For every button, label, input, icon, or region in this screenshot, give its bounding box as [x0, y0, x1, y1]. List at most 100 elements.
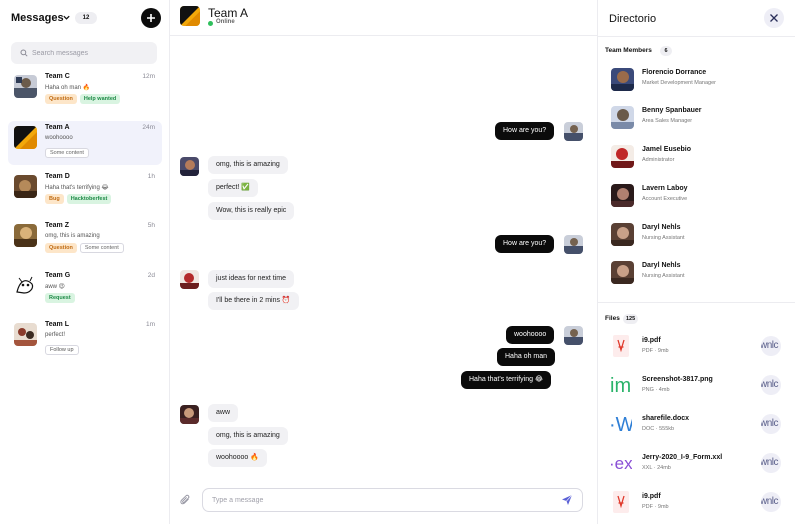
file-name: sharefile.docx — [642, 415, 690, 422]
messages-title[interactable]: Messages — [11, 12, 64, 24]
send-icon[interactable] — [561, 494, 573, 506]
search-box[interactable] — [11, 42, 157, 64]
member-item[interactable]: Lavern Laboy Account Executive — [611, 182, 786, 210]
message-bubble-incoming: woohoooo 🔥 — [208, 449, 267, 467]
team-members-label: Team Members — [605, 47, 652, 54]
file-name: Jerry-2020_I-9_Form.xxl — [642, 454, 723, 461]
member-role: Nursing Assistant — [642, 273, 685, 279]
tag-badge: Follow up — [45, 345, 79, 355]
close-icon — [770, 14, 778, 22]
avatar — [14, 126, 37, 149]
file-item[interactable]: i9.pdf PDF · 9mb wnlc — [610, 334, 786, 362]
conversations-panel: Messages 12 Team C 12m Haha oh man 🔥 Que… — [0, 0, 170, 524]
message-bubble-outgoing: How are you? — [495, 122, 555, 140]
online-status-dot — [208, 21, 213, 26]
conversation-name: Team D — [45, 173, 70, 180]
file-item[interactable]: ·ex Jerry-2020_I-9_Form.xxl XXL · 24mb w… — [610, 451, 786, 479]
chat-status: Online — [216, 19, 235, 25]
member-role: Market Development Manager — [642, 80, 716, 86]
member-name: Benny Spanbauer — [642, 107, 702, 114]
member-item[interactable]: Jamel Eusebio Administrator — [611, 143, 786, 171]
chat-header: Team A Online — [170, 0, 597, 36]
member-item[interactable]: Florencio Dorrance Market Development Ma… — [611, 66, 786, 94]
conversation-preview: Haha oh man 🔥 — [45, 85, 91, 91]
conversation-name: Team G — [45, 272, 71, 279]
conversation-item[interactable]: Team G 2d aww 😍 Request — [8, 269, 162, 313]
conversation-time: 1m — [145, 321, 155, 328]
message-bubble-incoming: Wow, this is really epic — [208, 202, 295, 220]
download-button[interactable]: wnlc — [761, 375, 781, 395]
conversation-preview: omg, this is amazing — [45, 233, 100, 239]
search-icon — [20, 49, 28, 57]
chat-title: Team A — [208, 6, 249, 20]
avatar — [14, 75, 37, 98]
file-meta: DOC · 555kb — [642, 426, 675, 432]
member-item[interactable]: Daryl Nehls Nursing Assistant — [611, 259, 786, 287]
download-button[interactable]: wnlc — [761, 492, 781, 512]
member-name: Jamel Eusebio — [642, 146, 692, 153]
avatar — [180, 6, 200, 26]
download-button[interactable]: wnlc — [761, 453, 781, 473]
download-icon: wnlc — [761, 418, 779, 429]
close-button[interactable] — [764, 8, 784, 28]
member-name: Daryl Nehls — [642, 224, 681, 231]
paperclip-icon[interactable] — [180, 494, 191, 506]
avatar — [611, 68, 634, 91]
file-item[interactable]: i9.pdf PDF · 9mb wnlc — [610, 490, 786, 518]
files-count: 125 — [623, 314, 639, 324]
member-name: Lavern Laboy — [642, 185, 688, 192]
files-label: Files — [605, 315, 620, 322]
conversation-item[interactable]: Team L 1m perfect! Follow up — [8, 318, 162, 362]
member-item[interactable]: Benny Spanbauer Area Sales Manager — [611, 104, 786, 132]
conversation-time: 2d — [147, 272, 155, 279]
member-role: Area Sales Manager — [642, 118, 693, 124]
conversation-preview: perfect! — [45, 332, 66, 338]
message-input[interactable] — [212, 489, 542, 511]
file-name: i9.pdf — [642, 493, 661, 500]
conversation-time: 12m — [142, 73, 155, 80]
chevron-down-icon[interactable] — [62, 13, 71, 22]
conversation-name: Team L — [45, 321, 69, 328]
file-item[interactable]: im Screenshot-3817.png PNG · 4mb wnlc — [610, 373, 786, 401]
divider — [598, 302, 795, 303]
conversation-item[interactable]: Team C 12m Haha oh man 🔥 Question Help w… — [8, 70, 162, 114]
message-bubble-outgoing: How are you? — [495, 235, 555, 253]
avatar — [611, 184, 634, 207]
member-role: Nursing Assistant — [642, 235, 685, 241]
conversation-time: 24m — [142, 124, 155, 131]
member-item[interactable]: Daryl Nehls Nursing Assistant — [611, 221, 786, 249]
plus-icon — [147, 14, 155, 22]
image-file-icon: im — [610, 375, 631, 397]
file-meta: PDF · 9mb — [642, 504, 669, 510]
avatar — [564, 326, 583, 345]
download-icon: wnlc — [761, 340, 779, 351]
message-bubble-outgoing: Haha that's terrifying 😂 — [461, 371, 552, 389]
tag-badge: Help wanted — [79, 94, 121, 104]
tag-badge: Bug — [45, 194, 64, 204]
search-input[interactable] — [32, 42, 150, 64]
conversation-name: Team C — [45, 73, 70, 80]
conversation-item[interactable]: Team D 1h Haha that's terrifying 😂 Bug H… — [8, 170, 162, 214]
file-item[interactable]: ·W sharefile.docx DOC · 555kb wnlc — [610, 412, 786, 440]
conversation-preview: aww 😍 — [45, 284, 65, 290]
message-bubble-incoming: omg, this is amazing — [208, 427, 288, 445]
conversation-item[interactable]: Team Z 5h omg, this is amazing Question … — [8, 219, 162, 263]
conversation-name: Team A — [45, 124, 70, 131]
directory-panel: Directorio Team Members 6 Florencio Dorr… — [597, 0, 795, 524]
new-message-button[interactable] — [141, 8, 161, 28]
avatar — [611, 261, 634, 284]
message-composer[interactable] — [202, 488, 583, 512]
download-button[interactable]: wnlc — [761, 336, 781, 356]
download-button[interactable]: wnlc — [761, 414, 781, 434]
file-name: i9.pdf — [642, 337, 661, 344]
svg-text:·W: ·W — [610, 414, 632, 436]
avatar — [14, 175, 37, 198]
avatar — [14, 323, 37, 346]
directory-title: Directorio — [609, 13, 657, 25]
download-icon: wnlc — [761, 496, 779, 507]
conversations-header: Messages 12 — [11, 8, 161, 28]
divider — [598, 36, 795, 37]
member-role: Administrator — [642, 157, 675, 163]
tag-badge: Request — [45, 293, 75, 303]
conversation-item-active[interactable]: Team A 24m woohoooo Some content — [8, 121, 162, 165]
